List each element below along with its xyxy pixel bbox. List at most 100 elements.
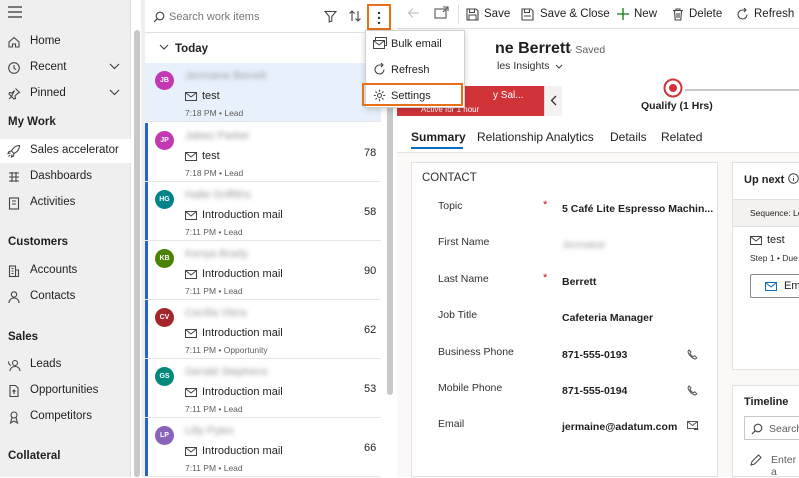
save-and-close-button[interactable]: Save & Close <box>521 3 610 25</box>
form-selector[interactable]: les Insights <box>497 60 563 72</box>
field-value[interactable]: 871-555-0193 <box>562 349 627 361</box>
hamburger-menu-icon[interactable] <box>8 6 22 18</box>
item-meta: 7:11 PM • Opportunity <box>185 345 268 355</box>
avatar: JB <box>155 71 174 90</box>
field-value[interactable]: Cafeteria Manager <box>562 312 653 324</box>
item-name: Jermaine Berrett <box>185 70 267 82</box>
field-value[interactable]: jermaine@adatum.com <box>562 421 677 433</box>
field-value[interactable]: Jermaine <box>562 239 605 251</box>
bulk-email-icon <box>373 37 387 49</box>
phone-icon[interactable] <box>687 385 698 396</box>
new-button[interactable]: New <box>617 3 657 25</box>
sidebar-item-label: Home <box>30 35 61 47</box>
refresh-button[interactable]: Refresh <box>736 3 794 25</box>
current-stage-label: Qualify (1 Hrs) <box>641 100 713 112</box>
work-list-item[interactable]: JP Jabez Parker test 7:18 PM • Lead 78 <box>145 123 381 182</box>
timeline-card: Timeline Search Enter a <box>732 385 799 478</box>
save-button[interactable]: Save <box>466 3 510 25</box>
sidebar-item-home[interactable]: Home <box>0 30 131 54</box>
mail-icon <box>750 236 762 245</box>
chevron-down-icon[interactable] <box>109 89 120 96</box>
field-label: First Name <box>438 236 490 248</box>
sidebar-item-pinned[interactable]: Pinned <box>0 82 131 106</box>
field-value[interactable]: 871-555-0194 <box>562 385 627 397</box>
phone-icon[interactable] <box>687 349 698 360</box>
work-list-header <box>145 0 397 33</box>
avatar: HG <box>155 190 174 209</box>
send-email-icon[interactable] <box>687 421 699 431</box>
record-title: ne Berrett <box>495 40 571 57</box>
menu-item-refresh[interactable]: Refresh <box>366 58 466 82</box>
current-stage-marker-icon[interactable] <box>663 78 683 98</box>
mail-icon <box>185 92 197 101</box>
work-list-item[interactable]: LP Lilly Pyles Introduction mail 7:11 PM • … <box>145 418 381 477</box>
email-action-button[interactable]: Ema <box>750 274 799 298</box>
delete-button[interactable]: Delete <box>672 3 722 25</box>
sort-icon[interactable] <box>348 9 362 23</box>
item-score: 58 <box>364 206 377 218</box>
item-name: Jabez Parker <box>185 130 250 142</box>
sidebar-item-opportunities[interactable]: Opportunities <box>0 379 131 403</box>
note-input[interactable]: Enter a <box>771 454 799 478</box>
work-list-item[interactable]: CV Cecilia Viera Introduction mail 7:11 PM … <box>145 300 381 359</box>
mail-icon <box>185 447 197 456</box>
save-close-icon <box>521 7 540 21</box>
open-new-window-icon[interactable] <box>434 6 449 19</box>
item-score: 53 <box>364 383 377 395</box>
sidebar-item-label: Pinned <box>30 87 66 99</box>
field-value[interactable]: Berrett <box>562 276 596 288</box>
activity-title: test <box>767 234 785 246</box>
work-list-item[interactable]: GS Gerald Stephens Introduction mail 7:11 P… <box>145 359 381 418</box>
home-icon <box>7 35 21 49</box>
menu-item-bulk-email[interactable]: Bulk email <box>366 32 466 56</box>
timeline-search-input[interactable]: Search <box>744 416 799 440</box>
item-score: 78 <box>364 147 377 159</box>
field-value[interactable]: 5 Café Lite Espresso Machin... <box>562 203 713 215</box>
tab-details[interactable]: Details <box>610 130 647 144</box>
sidebar-item-leads[interactable]: Leads <box>0 353 131 377</box>
section-sales: Sales <box>8 331 39 343</box>
chevron-down-icon[interactable] <box>159 44 169 51</box>
avatar: JP <box>155 131 174 150</box>
back-arrow-icon[interactable] <box>407 7 420 19</box>
item-accent-bar <box>145 359 148 417</box>
tab-relationship-analytics[interactable]: Relationship Analytics <box>477 130 594 144</box>
tab-summary[interactable]: Summary <box>411 130 466 144</box>
stage-prev-button[interactable] <box>544 86 562 116</box>
info-icon[interactable] <box>788 173 799 184</box>
item-subject: Introduction mail <box>202 386 283 398</box>
sidebar-item-sales-accelerator[interactable]: Sales accelerator <box>0 139 131 163</box>
avatar: CV <box>155 308 174 327</box>
rocket-icon <box>7 144 21 158</box>
work-list-item[interactable]: HG Halle Griffiths Introduction mail 7:11 P… <box>145 182 381 241</box>
sidebar-scrollbar[interactable] <box>134 30 140 477</box>
work-list-item[interactable]: KB Kenya Brady Introduction mail 7:11 PM • … <box>145 241 381 300</box>
sidebar-item-dashboards[interactable]: Dashboards <box>0 165 131 189</box>
sidebar-item-label: Sales accelerator <box>30 144 119 156</box>
menu-item-settings[interactable]: Settings <box>362 83 463 106</box>
sidebar-item-accounts[interactable]: Accounts <box>0 259 131 283</box>
sidebar-item-activities[interactable]: Activities <box>0 191 131 215</box>
plus-icon <box>617 8 634 20</box>
work-list-scrollbar[interactable] <box>387 60 393 395</box>
item-meta: 7:11 PM • Lead <box>185 227 243 237</box>
item-subject: test <box>202 90 220 102</box>
more-options-button[interactable] <box>367 4 391 30</box>
chevron-left-icon <box>550 95 557 106</box>
filter-icon[interactable] <box>324 10 337 23</box>
mail-icon <box>185 329 197 338</box>
work-list-item[interactable]: JB Jermaine Berrett test 7:18 PM • Lead <box>145 63 381 122</box>
sidebar-item-competitors[interactable]: Competitors <box>0 405 131 429</box>
refresh-icon <box>736 7 754 21</box>
mail-icon <box>185 388 197 397</box>
search-input[interactable] <box>169 8 309 26</box>
field-label: Topic <box>438 200 463 212</box>
item-accent-bar <box>145 300 148 358</box>
sidebar-item-contacts[interactable]: Contacts <box>0 285 131 309</box>
chevron-down-icon <box>555 60 563 72</box>
tab-related[interactable]: Related <box>661 130 702 144</box>
item-meta: 7:11 PM • Lead <box>185 404 243 414</box>
item-subject: Introduction mail <box>202 268 283 280</box>
chevron-down-icon[interactable] <box>109 63 120 70</box>
sidebar-item-recent[interactable]: Recent <box>0 56 131 80</box>
